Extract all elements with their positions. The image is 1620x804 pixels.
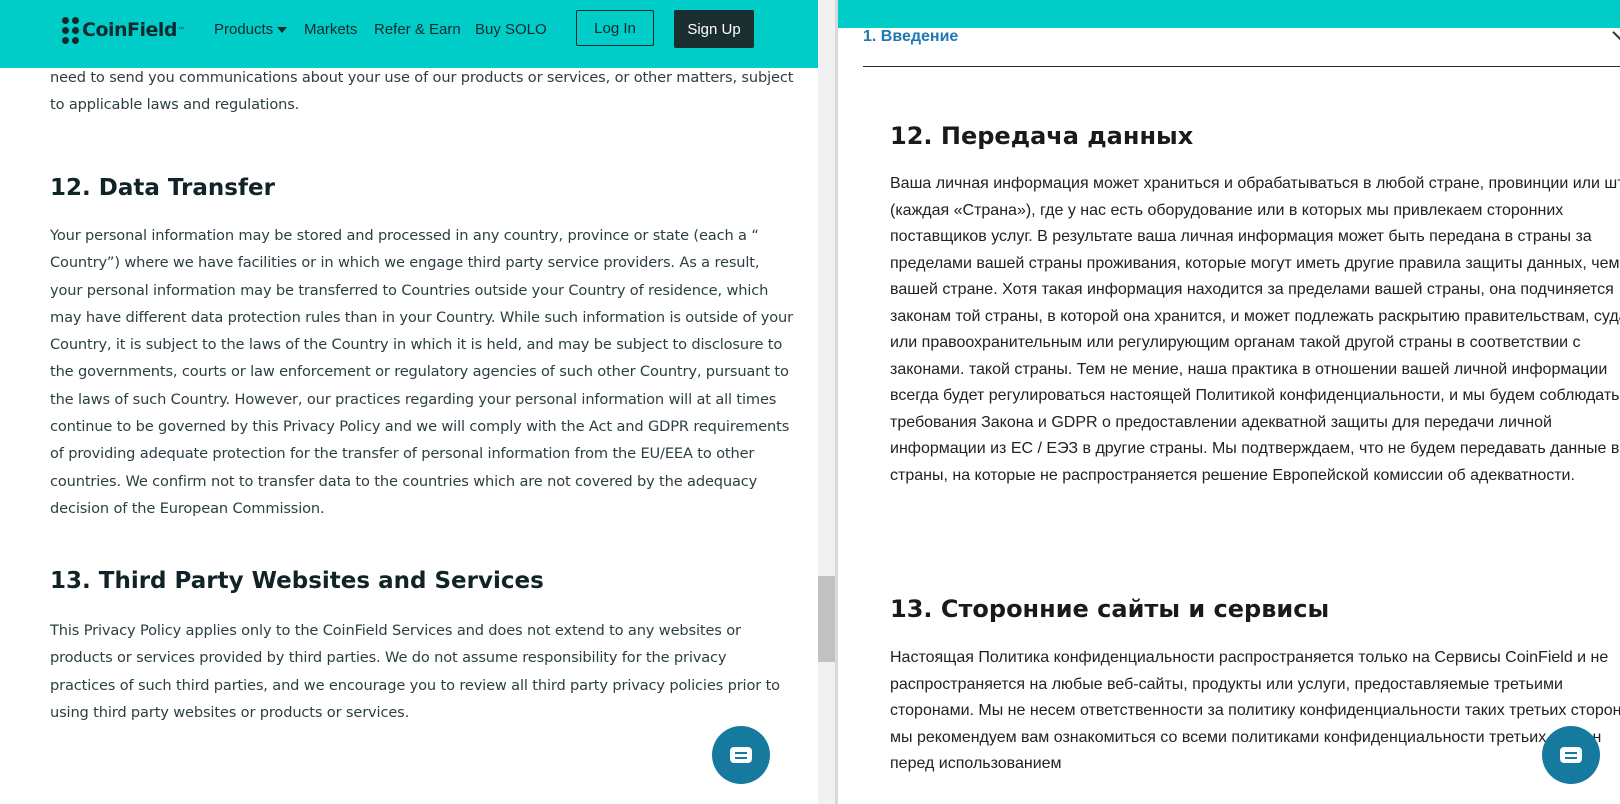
chat-bubble-icon (1560, 747, 1582, 763)
nav-products-label: Products (214, 21, 274, 38)
intro-paragraph: need to send you communications about yo… (50, 69, 794, 114)
login-button[interactable]: Log In (576, 10, 654, 46)
accordion-introduction[interactable]: 1. Введение (863, 23, 1620, 67)
section-12-paragraph-ru: Ваша личная информация может храниться и… (890, 175, 1620, 484)
section-12-title: 12. Data Transfer (50, 175, 275, 201)
chat-button[interactable] (712, 726, 770, 784)
accordion-label: 1. Введение (863, 28, 959, 45)
caret-down-icon (277, 27, 288, 34)
nav-refer-earn[interactable]: Refer & Earn (374, 18, 461, 42)
section-13-paragraph: This Privacy Policy applies only to the … (50, 622, 780, 721)
top-nav: CoinField ™ Products Markets Refer & Ear… (0, 0, 818, 68)
right-pane: 1. Введение 12. Передача данных Ваша лич… (838, 0, 1620, 804)
chat-button-ru[interactable] (1542, 726, 1600, 784)
left-pane: CoinField ™ Products Markets Refer & Ear… (0, 0, 818, 804)
chat-bubble-icon (730, 747, 752, 763)
top-bar (838, 0, 1620, 28)
section-13-title: 13. Third Party Websites and Services (50, 568, 544, 594)
section-12-title-ru: 12. Передача данных (890, 122, 1194, 150)
coinfield-logo[interactable]: CoinField ™ (62, 16, 185, 44)
section-13-title-ru: 13. Сторонние сайты и сервисы (890, 595, 1330, 623)
signup-button[interactable]: Sign Up (674, 10, 754, 48)
nav-buy-solo[interactable]: Buy SOLO (475, 18, 547, 42)
coinfield-logo-icon (62, 16, 79, 44)
section-13-paragraph-ru: Настоящая Политика конфиденциальности ра… (890, 649, 1620, 772)
nav-products[interactable]: Products (214, 18, 288, 42)
logo-trademark: ™ (178, 27, 185, 33)
section-12-paragraph: Your personal information may be stored … (50, 227, 794, 517)
logo-text: CoinField (82, 19, 178, 41)
nav-markets[interactable]: Markets (304, 18, 357, 42)
left-scrollbar-thumb[interactable] (818, 576, 835, 662)
